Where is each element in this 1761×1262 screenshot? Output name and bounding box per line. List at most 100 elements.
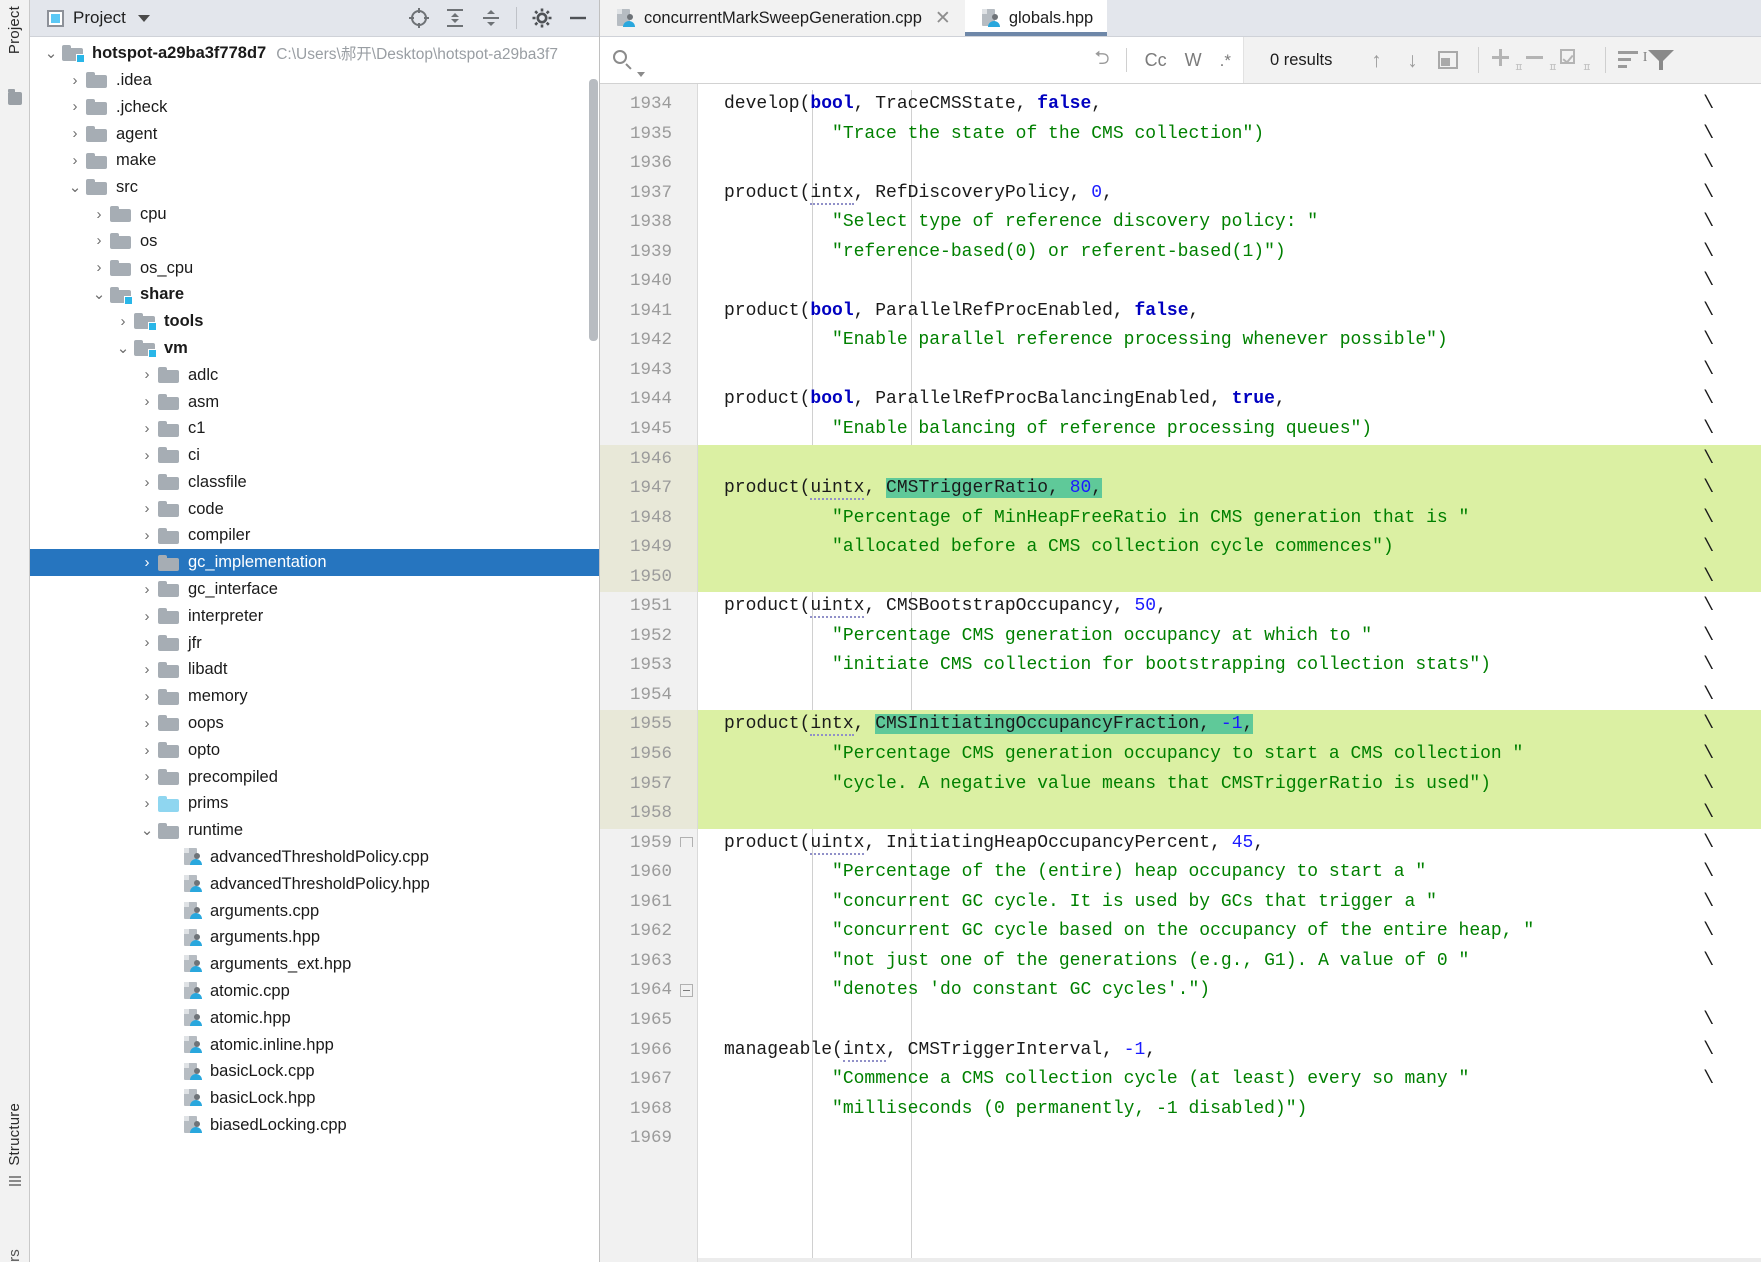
code-line[interactable]: product(uintx, InitiatingHeapOccupancyPe… bbox=[698, 829, 1761, 859]
chevron-down-icon[interactable]: ⌄ bbox=[88, 287, 110, 302]
tree-row-os-cpu[interactable]: › os_cpu bbox=[30, 254, 599, 281]
chevron-right-icon[interactable]: › bbox=[136, 367, 158, 382]
chevron-right-icon[interactable]: › bbox=[136, 743, 158, 758]
open-in-find-window-icon[interactable] bbox=[1430, 51, 1466, 69]
chevron-right-icon[interactable]: › bbox=[136, 582, 158, 597]
close-icon[interactable]: ✕ bbox=[935, 9, 951, 28]
code-line[interactable]: \ bbox=[698, 267, 1761, 297]
tree-row-libadt[interactable]: › libadt bbox=[30, 656, 599, 683]
find-field-wrapper[interactable]: ⮌ Cc W .* bbox=[600, 37, 1244, 83]
code-line[interactable]: "cycle. A negative value means that CMST… bbox=[698, 769, 1761, 800]
chevron-right-icon[interactable]: › bbox=[64, 99, 86, 114]
code-line[interactable]: "denotes 'do constant GC cycles'.") bbox=[698, 976, 1761, 1006]
tree-row-os[interactable]: › os bbox=[30, 228, 599, 255]
collapse-all-icon[interactable] bbox=[480, 7, 502, 29]
code-line[interactable]: "Select type of reference discovery poli… bbox=[698, 208, 1761, 238]
code-line[interactable]: \ bbox=[698, 562, 1761, 593]
search-icon[interactable] bbox=[612, 49, 634, 71]
code-line[interactable]: develop(bool, TraceCMSState, false, \ bbox=[698, 90, 1761, 120]
chevron-right-icon[interactable]: › bbox=[64, 73, 86, 88]
code-line[interactable]: \ bbox=[698, 149, 1761, 179]
chevron-right-icon[interactable]: › bbox=[64, 126, 86, 141]
code-line[interactable]: "reference-based(0) or referent-based(1)… bbox=[698, 238, 1761, 268]
tree-row-arguments-ext-hpp[interactable]: arguments_ext.hpp bbox=[30, 951, 599, 978]
hide-panel-icon[interactable] bbox=[567, 7, 589, 29]
code-line[interactable]: product(uintx, CMSBootstrapOccupancy, 50… bbox=[698, 592, 1761, 622]
tree-row-gc-implementation[interactable]: › gc_implementation bbox=[30, 549, 599, 576]
tree-row-make[interactable]: › make bbox=[30, 147, 599, 174]
editor-tab-globals-hpp[interactable]: globals.hpp bbox=[964, 0, 1108, 36]
tree-row-atomic-inline-hpp[interactable]: atomic.inline.hpp bbox=[30, 1031, 599, 1058]
tree-row-basiclock-cpp[interactable]: basicLock.cpp bbox=[30, 1058, 599, 1085]
favorites-folder-icon[interactable] bbox=[8, 89, 22, 105]
code-line[interactable]: "concurrent GC cycle. It is used by GCs … bbox=[698, 888, 1761, 918]
chevron-right-icon[interactable]: › bbox=[136, 528, 158, 543]
chevron-down-icon[interactable] bbox=[637, 72, 645, 77]
chevron-right-icon[interactable]: › bbox=[136, 501, 158, 516]
tree-row-ci[interactable]: › ci bbox=[30, 442, 599, 469]
tree-row-gc-interface[interactable]: › gc_interface bbox=[30, 576, 599, 603]
line-number-gutter[interactable]: 1934 1935 1936 1937 1938 1939 1940 1941 1942 1943… bbox=[600, 84, 698, 1262]
chevron-right-icon[interactable]: › bbox=[136, 716, 158, 731]
tree-row-share[interactable]: ⌄ share bbox=[30, 281, 599, 308]
tool-window-button-project[interactable]: Project bbox=[6, 6, 23, 54]
fold-collapse-icon[interactable] bbox=[680, 984, 693, 998]
tree-row-atomic-hpp[interactable]: atomic.hpp bbox=[30, 1005, 599, 1032]
chevron-down-icon[interactable]: ⌄ bbox=[64, 180, 86, 195]
code-line[interactable]: "Trace the state of the CMS collection")… bbox=[698, 120, 1761, 150]
tool-window-button-structure[interactable]: Structure bbox=[6, 1103, 23, 1166]
project-tree[interactable]: ⌄ hotspot-a29ba3f778d7 C:\Users\郝开\Deskt… bbox=[30, 37, 599, 1262]
chevron-right-icon[interactable]: › bbox=[136, 796, 158, 811]
chevron-right-icon[interactable]: › bbox=[64, 153, 86, 168]
code-line[interactable]: product(bool, ParallelRefProcBalancingEn… bbox=[698, 385, 1761, 415]
tree-row-atomic-cpp[interactable]: atomic.cpp bbox=[30, 978, 599, 1005]
code-line[interactable]: "Percentage of MinHeapFreeRatio in CMS g… bbox=[698, 503, 1761, 534]
project-tree-scrollbar[interactable] bbox=[589, 79, 598, 341]
tree-row-arguments-cpp[interactable]: arguments.cpp bbox=[30, 898, 599, 925]
tree-row-agent[interactable]: › agent bbox=[30, 120, 599, 147]
chevron-right-icon[interactable]: › bbox=[136, 635, 158, 650]
tree-row-root[interactable]: ⌄ hotspot-a29ba3f778d7 C:\Users\郝开\Deskt… bbox=[30, 40, 599, 67]
tree-row--idea[interactable]: › .idea bbox=[30, 67, 599, 94]
chevron-down-icon[interactable] bbox=[137, 14, 150, 22]
locate-icon[interactable] bbox=[408, 7, 430, 29]
tree-row-oops[interactable]: › oops bbox=[30, 710, 599, 737]
code-content[interactable]: develop(bool, TraceCMSState, false, \ "Tr… bbox=[698, 84, 1761, 1262]
tree-row-code[interactable]: › code bbox=[30, 496, 599, 523]
remove-line-icon[interactable]: ɪɪ bbox=[1525, 47, 1559, 73]
filter-lines-icon[interactable]: I bbox=[1618, 47, 1648, 73]
code-line[interactable]: "not just one of the generations (e.g., … bbox=[698, 947, 1761, 977]
tree-row-compiler[interactable]: › compiler bbox=[30, 522, 599, 549]
gear-icon[interactable] bbox=[531, 7, 553, 29]
tree-row-c1[interactable]: › c1 bbox=[30, 415, 599, 442]
code-line[interactable]: "concurrent GC cycle based on the occupa… bbox=[698, 917, 1761, 947]
tree-row-asm[interactable]: › asm bbox=[30, 388, 599, 415]
code-line[interactable] bbox=[698, 1124, 1761, 1154]
code-line[interactable]: \ bbox=[698, 444, 1761, 475]
next-occurrence-icon[interactable]: ↓ bbox=[1394, 50, 1430, 71]
tree-row-interpreter[interactable]: › interpreter bbox=[30, 603, 599, 630]
tree-row-memory[interactable]: › memory bbox=[30, 683, 599, 710]
tool-window-button-overflow[interactable]: rs bbox=[6, 1249, 23, 1262]
drag-handle-dots[interactable] bbox=[9, 1176, 21, 1188]
add-line-icon[interactable]: ɪɪ bbox=[1491, 47, 1525, 73]
filter-icon[interactable] bbox=[1648, 48, 1675, 72]
code-line[interactable]: \ bbox=[698, 356, 1761, 386]
code-line[interactable]: \ bbox=[698, 1006, 1761, 1036]
chevron-right-icon[interactable]: › bbox=[136, 769, 158, 784]
code-editor[interactable]: 1934 1935 1936 1937 1938 1939 1940 1941 1942 1943… bbox=[600, 84, 1761, 1262]
editor-tab-concurrentmarksweepgeneration-cpp[interactable]: concurrentMarkSweepGeneration.cpp ✕ bbox=[600, 0, 965, 36]
prev-occurrence-icon[interactable]: ↑ bbox=[1358, 50, 1394, 71]
expand-all-icon[interactable] bbox=[444, 7, 466, 29]
match-case-option[interactable]: Cc bbox=[1139, 51, 1173, 69]
tree-row-src[interactable]: ⌄ src bbox=[30, 174, 599, 201]
chevron-right-icon[interactable]: › bbox=[88, 233, 110, 248]
tree-row-prims[interactable]: › prims bbox=[30, 790, 599, 817]
tree-row-basiclock-hpp[interactable]: basicLock.hpp bbox=[30, 1085, 599, 1112]
chevron-right-icon[interactable]: › bbox=[136, 394, 158, 409]
chevron-right-icon[interactable]: › bbox=[136, 448, 158, 463]
wrap-around-icon[interactable]: ⮌ bbox=[1090, 44, 1113, 76]
code-line[interactable]: "Percentage of the (entire) heap occupan… bbox=[698, 858, 1761, 888]
chevron-right-icon[interactable]: › bbox=[88, 260, 110, 275]
code-line[interactable]: "Percentage CMS generation occupancy to … bbox=[698, 740, 1761, 770]
